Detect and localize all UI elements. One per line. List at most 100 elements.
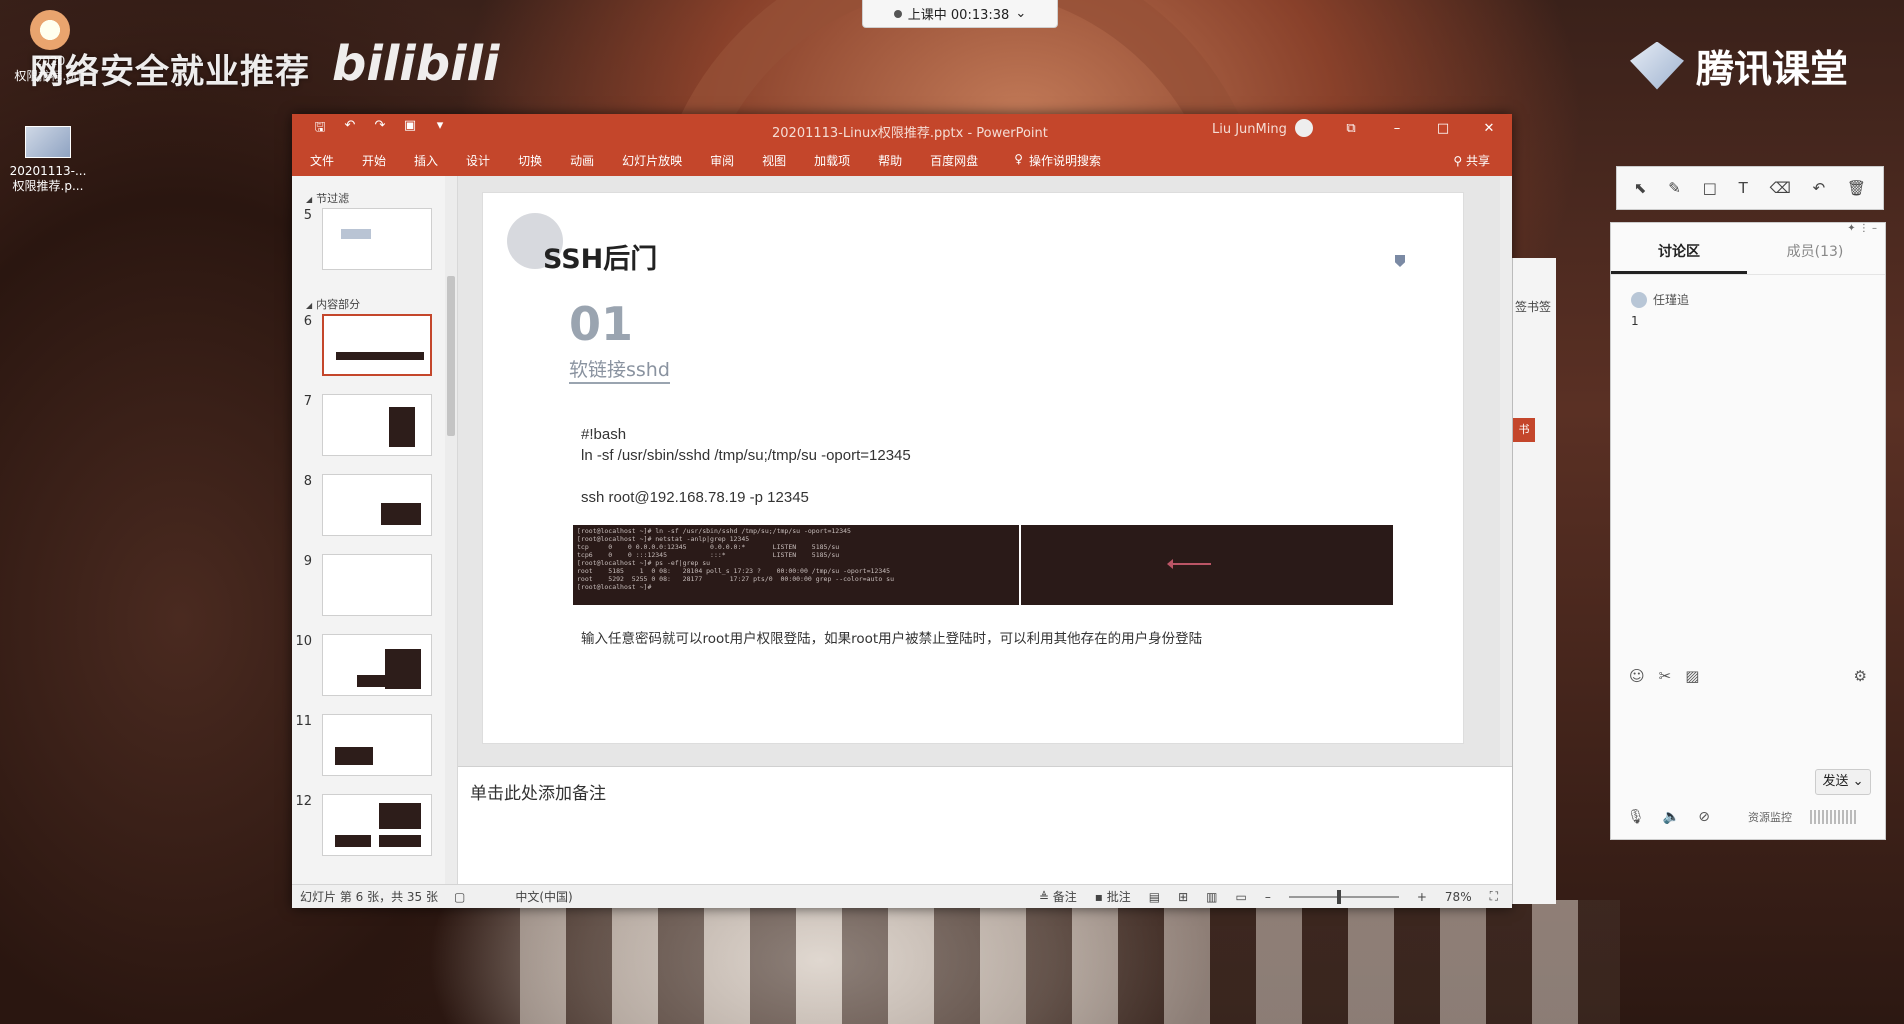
- ribbon-display-icon[interactable]: ⧉: [1328, 114, 1374, 144]
- tab-insert[interactable]: 插入: [414, 152, 438, 169]
- tab-home[interactable]: 开始: [362, 152, 386, 169]
- tab-design[interactable]: 设计: [466, 152, 490, 169]
- thumbnail-image: [322, 394, 432, 456]
- eraser-icon[interactable]: ⌫: [1770, 179, 1791, 197]
- slide-thumbnail[interactable]: 12: [292, 794, 457, 874]
- scroll-thumb[interactable]: [447, 276, 455, 436]
- reading-view-icon[interactable]: ▥: [1206, 890, 1217, 904]
- thumbnail-scrollbar[interactable]: [445, 176, 457, 884]
- tab-help[interactable]: 帮助: [878, 152, 902, 169]
- tab-slideshow[interactable]: 幻灯片放映: [622, 152, 682, 169]
- undo-icon[interactable]: ↶: [342, 118, 358, 140]
- background-window-strip[interactable]: 签书签 书: [1512, 258, 1556, 904]
- image-icon[interactable]: ▨: [1685, 667, 1699, 685]
- notes-toggle[interactable]: ≜ 备注: [1039, 888, 1077, 905]
- resource-monitor[interactable]: 资源监控: [1748, 809, 1792, 825]
- slide-thumbnail-selected[interactable]: 6: [292, 314, 457, 394]
- tab-file[interactable]: 文件: [310, 152, 334, 169]
- send-button[interactable]: 发送 ⌄: [1815, 769, 1871, 795]
- tencent-classroom-logo: 腾讯课堂: [1630, 38, 1848, 93]
- desktop-icon-pptx[interactable]: 20201113-... 权限推荐.p...: [0, 126, 96, 194]
- slide-thumbnail[interactable]: 10: [292, 634, 457, 714]
- notes-pane[interactable]: 单击此处添加备注: [458, 766, 1512, 884]
- share-button[interactable]: ⚲ 共享: [1453, 152, 1490, 169]
- powerpoint-window: 🖫 ↶ ↷ ▣ ▾ 20201113-Linux权限推荐.pptx - Powe…: [292, 114, 1512, 908]
- slide-canvas[interactable]: SSH后门 01 软链接sshd #!bash ln -sf /usr/sbin…: [458, 176, 1512, 884]
- maximize-icon[interactable]: □: [1420, 114, 1466, 144]
- minimize-icon[interactable]: –: [1374, 114, 1420, 144]
- present-icon[interactable]: ▣: [402, 118, 418, 140]
- organization-logo: [1395, 255, 1405, 267]
- camera-off-icon[interactable]: ⊘: [1698, 809, 1710, 825]
- tab-baidu-netdisk[interactable]: 百度网盘: [930, 152, 978, 169]
- user-account[interactable]: Liu JunMing: [1212, 119, 1313, 137]
- lightbulb-icon: ♀: [1014, 151, 1023, 166]
- tab-addins[interactable]: 加载项: [814, 152, 850, 169]
- section-header[interactable]: ◢ 内容部分: [292, 296, 457, 314]
- zoom-slider[interactable]: [1288, 889, 1399, 904]
- class-timer[interactable]: 上课中 00:13:38 ⌄: [862, 0, 1058, 28]
- fit-slide-icon[interactable]: ⛶: [1490, 889, 1498, 904]
- bookmark-badge[interactable]: 书: [1513, 418, 1535, 442]
- save-icon[interactable]: 🖫: [312, 118, 328, 140]
- discussion-panel: ✦ ⋮ – 讨论区 成员(13) 任瑾追 1 ☺ ✂ ▨ ⚙ 发送 ⌄ 🎙 🔈 …: [1610, 222, 1886, 840]
- avatar: [1294, 119, 1313, 137]
- slide-thumbnail[interactable]: 7: [292, 394, 457, 474]
- spellcheck-icon[interactable]: ▢: [454, 890, 465, 904]
- microphone-icon[interactable]: 🎙: [1627, 809, 1645, 825]
- slide-thumbnail[interactable]: 11: [292, 714, 457, 794]
- close-icon[interactable]: ✕: [1466, 114, 1512, 144]
- editor-body: ◢ 节过滤 5 ◢ 内容部分 6 7 8 9 10 11 12 SSH后门 01…: [292, 176, 1512, 884]
- undo-icon[interactable]: ↶: [1813, 179, 1826, 197]
- minimize-icon[interactable]: –: [1872, 223, 1877, 234]
- comments-toggle[interactable]: ▪ 批注: [1095, 888, 1131, 905]
- tab-view[interactable]: 视图: [762, 152, 786, 169]
- slide-thumbnail[interactable]: 9: [292, 554, 457, 634]
- more-icon[interactable]: ⋮: [1859, 223, 1869, 234]
- sorter-view-icon[interactable]: ⊞: [1178, 890, 1188, 904]
- settings-icon[interactable]: ⚙: [1854, 667, 1867, 685]
- slide-thumbnail[interactable]: 5: [292, 208, 457, 288]
- normal-view-icon[interactable]: ▤: [1149, 890, 1160, 904]
- pin-icon[interactable]: ✦: [1847, 223, 1855, 234]
- pointer-icon[interactable]: ⬉: [1634, 179, 1647, 197]
- collapse-icon: ◢: [306, 195, 313, 204]
- pen-icon[interactable]: ✎: [1668, 179, 1681, 197]
- language-indicator[interactable]: 中文(中国): [515, 888, 572, 905]
- shield-icon: [1395, 255, 1405, 267]
- title-bar: 🖫 ↶ ↷ ▣ ▾ 20201113-Linux权限推荐.pptx - Powe…: [292, 114, 1512, 144]
- tab-transitions[interactable]: 切换: [518, 152, 542, 169]
- section-number: 01: [569, 297, 634, 351]
- speaker-icon[interactable]: 🔈: [1663, 809, 1680, 825]
- rectangle-icon[interactable]: □: [1703, 179, 1717, 197]
- emoji-icon[interactable]: ☺: [1629, 667, 1645, 685]
- code-line: ssh root@192.168.78.19 -p 12345: [581, 489, 809, 506]
- tab-members[interactable]: 成员(13): [1747, 241, 1883, 274]
- slide-thumbnail-pane[interactable]: ◢ 节过滤 5 ◢ 内容部分 6 7 8 9 10 11 12: [292, 176, 458, 884]
- scissors-icon[interactable]: ✂: [1659, 667, 1672, 685]
- slideshow-view-icon[interactable]: ▭: [1236, 890, 1247, 904]
- zoom-level[interactable]: 78%: [1445, 890, 1472, 904]
- slide[interactable]: SSH后门 01 软链接sshd #!bash ln -sf /usr/sbin…: [482, 192, 1464, 744]
- tell-me-search[interactable]: ♀ 操作说明搜索: [1014, 152, 1101, 169]
- pptx-file-icon: [25, 126, 71, 158]
- trash-icon[interactable]: 🗑: [1847, 179, 1866, 197]
- chevron-down-icon: ⌄: [1015, 6, 1027, 21]
- tab-animations[interactable]: 动画: [570, 152, 594, 169]
- zoom-out-icon[interactable]: –: [1265, 890, 1271, 904]
- section-header[interactable]: ◢ 节过滤: [292, 190, 457, 208]
- tab-review[interactable]: 审阅: [710, 152, 734, 169]
- background-floor: [520, 900, 1620, 1024]
- slide-counter: 幻灯片 第 6 张，共 35 张: [300, 890, 438, 904]
- tencent-logo-icon: [1630, 41, 1684, 90]
- avatar: [1631, 291, 1647, 308]
- thumbnail-image: [322, 474, 432, 536]
- status-bar: 幻灯片 第 6 张，共 35 张 ▢ 中文(中国) ≜ 备注 ▪ 批注 ▤ ⊞ …: [292, 884, 1512, 908]
- person-icon: ⚲: [1453, 153, 1463, 168]
- zoom-in-icon[interactable]: +: [1417, 890, 1427, 904]
- tab-discussion[interactable]: 讨论区: [1611, 241, 1747, 274]
- slide-thumbnail[interactable]: 8: [292, 474, 457, 554]
- redo-icon[interactable]: ↷: [372, 118, 388, 140]
- text-icon[interactable]: T: [1739, 179, 1748, 197]
- customize-icon[interactable]: ▾: [432, 118, 448, 140]
